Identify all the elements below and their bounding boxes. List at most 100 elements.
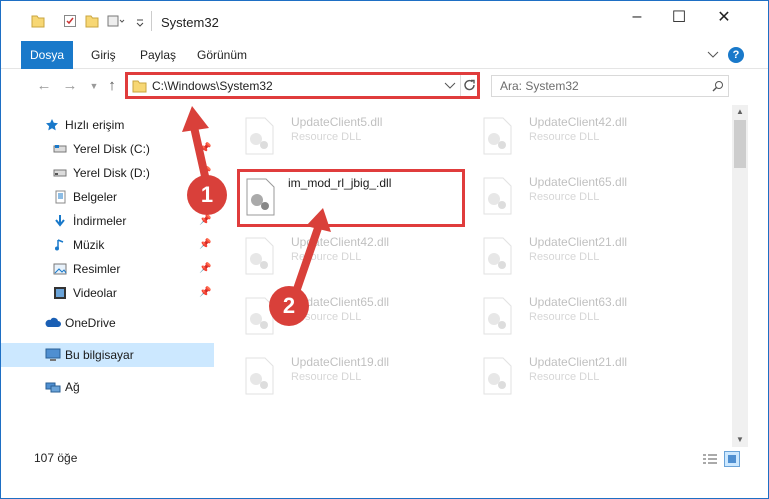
- music-icon: [55, 239, 64, 251]
- step-1-badge: 1: [187, 175, 227, 215]
- address-path[interactable]: C:\Windows\System32: [152, 79, 273, 93]
- search-box[interactable]: Ara: System32: [491, 75, 729, 97]
- address-separator: [460, 75, 461, 96]
- nav-item-network[interactable]: Ağ: [1, 375, 214, 399]
- file-item[interactable]: UpdateClient65.dll Resource DLL: [227, 289, 457, 341]
- large-icons-view-icon[interactable]: [724, 451, 740, 467]
- nav-label: Hızlı erişim: [65, 118, 125, 132]
- file-item[interactable]: UpdateClient19.dll Resource DLL: [227, 349, 457, 401]
- scroll-down-button[interactable]: ▼: [732, 433, 748, 447]
- dll-file-icon: [245, 237, 274, 275]
- file-name: im_mod_rl_jbig_.dll: [288, 176, 392, 190]
- dll-file-icon: [483, 177, 512, 215]
- pictures-icon: [53, 263, 67, 275]
- file-type: Resource DLL: [291, 131, 362, 143]
- title-bar: System32 – ☐ ✕: [1, 1, 768, 41]
- navigation-pane: Hızlı erişim Yerel Disk (C:) 📌 Yerel Dis…: [1, 105, 214, 443]
- dll-file-icon: [483, 237, 512, 275]
- customize-toolbar-icon[interactable]: [107, 14, 125, 28]
- nav-label: OneDrive: [65, 316, 116, 330]
- properties-icon[interactable]: [63, 14, 77, 28]
- file-type: Resource DLL: [291, 371, 362, 383]
- nav-item-quick-access[interactable]: Hızlı erişim: [1, 113, 214, 137]
- pin-icon[interactable]: 📌: [199, 239, 211, 250]
- vertical-scrollbar[interactable]: ▲ ▼: [732, 105, 748, 447]
- file-list: UpdateClient5.dll Resource DLL UpdateCli…: [223, 105, 733, 443]
- search-icon[interactable]: [712, 80, 724, 92]
- recent-locations-button[interactable]: ▼: [85, 76, 103, 96]
- file-item[interactable]: UpdateClient65.dll Resource DLL: [465, 169, 695, 221]
- file-name: UpdateClient21.dll: [529, 235, 628, 249]
- nav-item-disk-d[interactable]: Yerel Disk (D:) 📌: [1, 161, 214, 185]
- nav-item-documents[interactable]: Belgeler 📌: [1, 185, 214, 209]
- minimize-button[interactable]: –: [614, 1, 660, 33]
- documents-icon: [55, 190, 66, 204]
- forward-button[interactable]: →: [61, 76, 79, 96]
- chevron-down-icon[interactable]: [444, 81, 456, 91]
- tab-share[interactable]: Paylaş: [140, 41, 176, 69]
- nav-item-downloads[interactable]: İndirmeler 📌: [1, 209, 214, 233]
- nav-label: İndirmeler: [73, 214, 127, 228]
- video-icon: [54, 287, 66, 299]
- file-item[interactable]: UpdateClient42.dll Resource DLL: [465, 109, 695, 161]
- ribbon-tabs: Dosya Giriş Paylaş Görünüm ?: [1, 41, 768, 69]
- address-bar[interactable]: C:\Windows\System32: [125, 72, 480, 99]
- nav-label: Belgeler: [73, 190, 118, 204]
- file-item[interactable]: UpdateClient63.dll Resource DLL: [465, 289, 695, 341]
- close-button[interactable]: ✕: [701, 1, 747, 33]
- nav-item-pictures[interactable]: Resimler 📌: [1, 257, 214, 281]
- pin-icon[interactable]: 📌: [199, 215, 211, 226]
- window-title: System32: [161, 15, 219, 30]
- file-item[interactable]: UpdateClient42.dll Resource DLL: [227, 229, 457, 281]
- file-name: UpdateClient65.dll: [529, 175, 628, 189]
- status-bar: 107 öğe: [1, 447, 768, 469]
- scroll-thumb[interactable]: [734, 120, 746, 168]
- file-type: Resource DLL: [529, 131, 600, 143]
- nav-label: Yerel Disk (C:): [73, 142, 150, 156]
- refresh-icon[interactable]: [463, 78, 477, 93]
- file-item-highlighted[interactable]: im_mod_rl_jbig_.dll: [237, 169, 465, 227]
- tab-file[interactable]: Dosya: [21, 41, 73, 69]
- file-type: Resource DLL: [529, 371, 600, 383]
- search-input[interactable]: Ara: System32: [500, 79, 579, 93]
- tab-home[interactable]: Giriş: [91, 41, 116, 69]
- file-type: Resource DLL: [529, 251, 600, 263]
- cloud-icon: [45, 317, 61, 327]
- file-item[interactable]: UpdateClient5.dll Resource DLL: [227, 109, 457, 161]
- maximize-button[interactable]: ☐: [656, 1, 702, 33]
- nav-item-onedrive[interactable]: OneDrive: [1, 311, 214, 335]
- nav-item-music[interactable]: Müzik 📌: [1, 233, 214, 257]
- new-folder-icon[interactable]: [85, 14, 99, 28]
- details-view-icon[interactable]: [702, 452, 718, 466]
- pin-icon[interactable]: 📌: [199, 263, 211, 274]
- file-type: Resource DLL: [529, 311, 600, 323]
- file-name: UpdateClient42.dll: [291, 235, 390, 249]
- back-button[interactable]: ←: [35, 76, 53, 96]
- chevron-down-icon[interactable]: [135, 14, 145, 28]
- tab-view[interactable]: Görünüm: [197, 41, 247, 69]
- nav-label: Resimler: [73, 262, 121, 276]
- file-item[interactable]: UpdateClient21.dll Resource DLL: [465, 229, 695, 281]
- help-button[interactable]: ?: [728, 47, 744, 63]
- pin-icon[interactable]: 📌: [199, 287, 211, 298]
- scroll-up-button[interactable]: ▲: [732, 105, 748, 119]
- pin-icon[interactable]: 📌: [199, 143, 211, 154]
- nav-item-this-pc[interactable]: Bu bilgisayar: [1, 343, 214, 367]
- nav-item-disk-c[interactable]: Yerel Disk (C:) 📌: [1, 137, 214, 161]
- chevron-down-icon[interactable]: [707, 50, 719, 60]
- dll-file-icon: [246, 178, 275, 216]
- file-name: UpdateClient42.dll: [529, 115, 628, 129]
- item-count: 107 öğe: [34, 451, 78, 465]
- file-name: UpdateClient21.dll: [529, 355, 628, 369]
- drive-icon: [53, 169, 67, 177]
- drive-icon: [53, 145, 67, 153]
- folder-icon: [132, 80, 147, 93]
- computer-icon: [45, 348, 61, 361]
- nav-item-videos[interactable]: Videolar 📌: [1, 281, 214, 305]
- up-button[interactable]: ↑: [103, 76, 121, 96]
- nav-label: Videolar: [73, 286, 117, 300]
- file-name: UpdateClient5.dll: [291, 115, 383, 129]
- download-icon: [55, 215, 65, 227]
- file-item[interactable]: UpdateClient21.dll Resource DLL: [465, 349, 695, 401]
- nav-label: Müzik: [73, 238, 105, 252]
